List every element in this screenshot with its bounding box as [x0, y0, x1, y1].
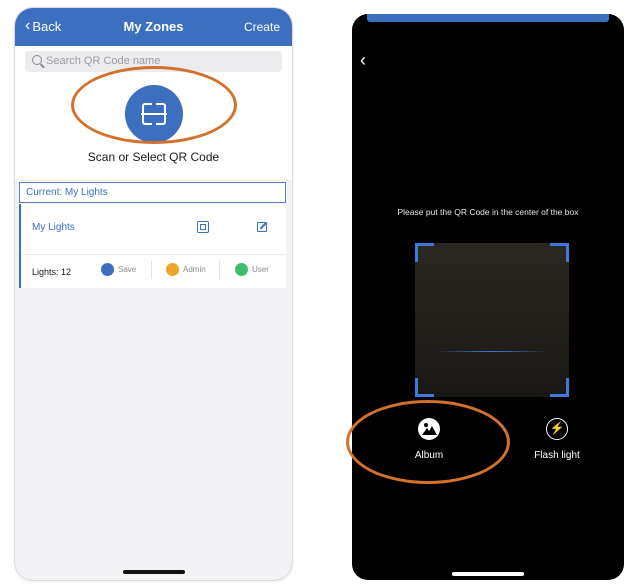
search-icon — [32, 55, 42, 65]
admin-label: Admin — [183, 265, 206, 274]
nav-bar: ‹ Back My Zones Create — [15, 8, 292, 46]
scan-hint: Please put the QR Code in the center of … — [397, 207, 579, 217]
create-button[interactable]: Create — [244, 20, 280, 34]
admin-button[interactable]: Admin — [166, 263, 206, 276]
divider — [21, 254, 286, 255]
divider — [151, 261, 152, 279]
home-indicator[interactable] — [123, 570, 185, 574]
image-icon — [418, 418, 440, 440]
back-chevron-icon[interactable]: ‹ — [360, 50, 366, 71]
user-button[interactable]: User — [235, 263, 269, 276]
flash-light-label: Flash light — [534, 450, 580, 461]
album-button[interactable]: Album — [402, 418, 456, 461]
home-indicator[interactable] — [452, 572, 524, 576]
save-icon — [101, 263, 114, 276]
scan-viewfinder — [415, 243, 569, 397]
scan-frame-corner — [142, 115, 152, 125]
search-placeholder: Search QR Code name — [46, 55, 161, 67]
top-strip — [367, 14, 609, 22]
album-label: Album — [414, 450, 444, 461]
qr-code-icon[interactable] — [197, 221, 209, 233]
viewfinder-corner — [415, 378, 434, 397]
current-zone-bar: Current: My Lights — [19, 182, 286, 203]
save-button[interactable]: Save — [101, 263, 136, 276]
left-phone-screen: ‹ Back My Zones Create Search QR Code na… — [15, 8, 292, 580]
lightning-icon: ⚡ — [546, 418, 568, 440]
user-label: User — [252, 265, 269, 274]
viewfinder-corner — [550, 378, 569, 397]
viewfinder-corner — [415, 243, 434, 262]
zone-card[interactable]: My Lights Lights: 12 Save Admin User — [19, 204, 286, 288]
image-icon-sun — [424, 423, 428, 427]
scan-line — [141, 113, 167, 115]
edit-icon[interactable] — [257, 222, 267, 232]
divider — [219, 261, 220, 279]
scan-frame-icon — [142, 103, 152, 113]
search-input[interactable]: Search QR Code name — [25, 51, 282, 72]
scan-frame-corner — [156, 115, 166, 125]
admin-icon — [166, 263, 179, 276]
current-zone-label: Current: My Lights — [26, 187, 108, 198]
zone-name: My Lights — [32, 222, 75, 233]
right-phone-screen: ‹ Please put the QR Code in the center o… — [352, 14, 624, 580]
scan-laser-line — [435, 351, 549, 352]
viewfinder-corner — [550, 243, 569, 262]
scan-label: Scan or Select QR Code — [87, 150, 220, 164]
lights-count: Lights: 12 — [32, 267, 72, 277]
flash-light-button[interactable]: ⚡ Flash light — [524, 418, 590, 461]
user-icon — [235, 263, 248, 276]
save-label: Save — [118, 265, 137, 274]
scan-frame-corner — [156, 103, 166, 113]
scan-qr-button[interactable] — [125, 85, 183, 143]
